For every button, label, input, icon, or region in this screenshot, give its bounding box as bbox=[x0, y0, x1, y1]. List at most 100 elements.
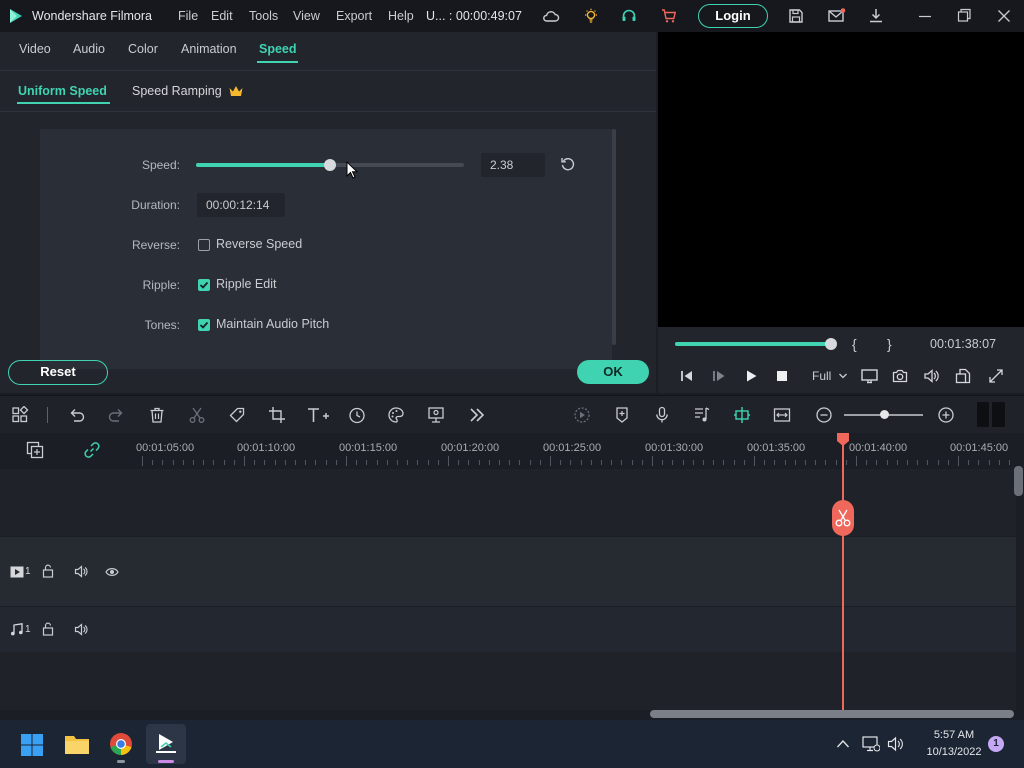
panel-toggle-right[interactable] bbox=[992, 402, 1005, 427]
lock-icon[interactable] bbox=[42, 622, 54, 636]
tab-audio[interactable]: Audio bbox=[73, 42, 105, 56]
taskbar-time[interactable]: 5:57 AM bbox=[916, 729, 992, 741]
fit-timeline-icon[interactable] bbox=[773, 406, 791, 424]
mark-out-brace[interactable]: } bbox=[887, 336, 892, 352]
maintain-pitch-checkbox[interactable] bbox=[198, 319, 210, 331]
fullscreen-icon[interactable] bbox=[988, 368, 1004, 384]
layout-grid-icon[interactable] bbox=[11, 406, 29, 424]
menu-view[interactable]: View bbox=[293, 9, 320, 23]
notification-badge[interactable]: 1 bbox=[988, 736, 1004, 752]
marker-icon[interactable] bbox=[613, 406, 631, 424]
subtab-speed-ramping[interactable]: Speed Ramping bbox=[132, 84, 222, 98]
zoom-slider-handle[interactable] bbox=[879, 410, 889, 419]
tab-animation[interactable]: Animation bbox=[181, 42, 237, 56]
network-icon[interactable] bbox=[862, 736, 880, 752]
display-icon[interactable] bbox=[861, 368, 879, 384]
taskbar-date[interactable]: 10/13/2022 bbox=[916, 746, 992, 758]
timeline-vertical-scrollbar[interactable] bbox=[1014, 466, 1023, 496]
green-screen-icon[interactable] bbox=[427, 406, 445, 424]
speed-slider-handle[interactable] bbox=[324, 159, 336, 171]
redo-icon[interactable] bbox=[107, 406, 125, 424]
render-icon[interactable] bbox=[573, 406, 591, 424]
minimize-icon[interactable] bbox=[918, 8, 934, 24]
preview-screen[interactable] bbox=[658, 32, 1024, 327]
snapshot-icon[interactable] bbox=[892, 368, 908, 384]
zoom-out-icon[interactable] bbox=[815, 406, 833, 424]
play-icon[interactable] bbox=[744, 369, 758, 383]
delete-icon[interactable] bbox=[148, 406, 166, 424]
eye-icon[interactable] bbox=[105, 566, 119, 578]
previous-frame-icon[interactable] bbox=[680, 369, 694, 383]
save-icon[interactable] bbox=[788, 8, 804, 24]
crop-icon[interactable] bbox=[268, 406, 286, 424]
mark-in-brace[interactable]: { bbox=[852, 336, 857, 352]
undo-icon[interactable] bbox=[68, 406, 86, 424]
color-palette-icon[interactable] bbox=[387, 406, 405, 424]
file-explorer-icon[interactable] bbox=[64, 733, 90, 755]
link-icon[interactable] bbox=[83, 441, 101, 459]
timeline-horizontal-scrollbar[interactable] bbox=[650, 710, 1014, 718]
bulb-icon[interactable] bbox=[583, 8, 599, 24]
zoom-in-icon[interactable] bbox=[937, 406, 955, 424]
reverse-speed-checkbox[interactable] bbox=[198, 239, 210, 251]
preview-progress-handle[interactable] bbox=[825, 338, 837, 350]
ok-button[interactable]: OK bbox=[577, 360, 649, 384]
mute-icon[interactable] bbox=[74, 623, 88, 636]
ripple-edit-checkbox[interactable] bbox=[198, 279, 210, 291]
add-track-icon[interactable] bbox=[26, 441, 44, 459]
microphone-icon[interactable] bbox=[653, 406, 671, 424]
subtab-uniform-speed[interactable]: Uniform Speed bbox=[18, 84, 107, 98]
chrome-icon[interactable] bbox=[109, 732, 133, 756]
timeline-empty-area[interactable] bbox=[0, 652, 1016, 710]
headset-icon[interactable] bbox=[621, 8, 637, 24]
stop-icon[interactable] bbox=[776, 370, 788, 382]
panel-toggle-left[interactable] bbox=[977, 402, 989, 427]
more-tools-icon[interactable] bbox=[468, 406, 486, 424]
tag-icon[interactable] bbox=[228, 406, 246, 424]
speed-clock-icon[interactable] bbox=[348, 406, 366, 424]
video-track[interactable]: 1 bbox=[0, 537, 1016, 606]
lock-icon[interactable] bbox=[42, 564, 54, 578]
menu-export[interactable]: Export bbox=[336, 9, 372, 23]
cloud-icon[interactable] bbox=[542, 8, 560, 24]
speaker-icon[interactable] bbox=[887, 736, 905, 752]
menu-edit[interactable]: Edit bbox=[211, 9, 233, 23]
audio-mixer-icon[interactable] bbox=[693, 406, 711, 424]
menu-help[interactable]: Help bbox=[388, 9, 414, 23]
maintain-pitch-label[interactable]: Maintain Audio Pitch bbox=[216, 317, 329, 331]
playhead-line[interactable] bbox=[842, 443, 844, 710]
cart-icon[interactable] bbox=[661, 8, 677, 24]
menu-file[interactable]: File bbox=[178, 9, 198, 23]
tab-video[interactable]: Video bbox=[19, 42, 51, 56]
speed-value-input[interactable]: 2.38 bbox=[481, 153, 545, 177]
reverse-speed-label[interactable]: Reverse Speed bbox=[216, 237, 302, 251]
empty-track-area[interactable] bbox=[0, 469, 1016, 536]
render-preview-icon[interactable] bbox=[955, 368, 971, 384]
volume-icon[interactable] bbox=[923, 368, 939, 384]
mail-icon[interactable] bbox=[828, 8, 846, 24]
reset-button[interactable]: Reset bbox=[8, 360, 108, 385]
chevron-down-icon[interactable] bbox=[838, 371, 848, 381]
snap-magnet-icon[interactable] bbox=[733, 406, 751, 424]
download-icon[interactable] bbox=[868, 8, 884, 24]
tab-color[interactable]: Color bbox=[128, 42, 158, 56]
settings-scrollbar[interactable] bbox=[612, 129, 616, 345]
ripple-edit-label[interactable]: Ripple Edit bbox=[216, 277, 276, 291]
menu-tools[interactable]: Tools bbox=[249, 9, 278, 23]
filmora-taskbar-button[interactable] bbox=[146, 724, 186, 764]
cut-icon[interactable] bbox=[188, 406, 206, 424]
next-frame-icon[interactable] bbox=[712, 369, 726, 383]
split-handle[interactable] bbox=[832, 500, 854, 536]
windows-start-icon[interactable] bbox=[20, 733, 44, 757]
reset-speed-icon[interactable] bbox=[560, 156, 576, 172]
text-icon[interactable] bbox=[306, 406, 330, 424]
mute-icon[interactable] bbox=[74, 565, 88, 578]
restore-icon[interactable] bbox=[957, 8, 973, 24]
duration-value[interactable]: 00:00:12:14 bbox=[197, 193, 285, 217]
audio-track[interactable]: 1 bbox=[0, 607, 1016, 652]
chevron-up-icon[interactable] bbox=[836, 738, 850, 750]
close-icon[interactable] bbox=[997, 8, 1013, 24]
login-button[interactable]: Login bbox=[698, 4, 768, 28]
tab-speed[interactable]: Speed bbox=[259, 42, 297, 56]
quality-select[interactable]: Full bbox=[812, 369, 831, 383]
